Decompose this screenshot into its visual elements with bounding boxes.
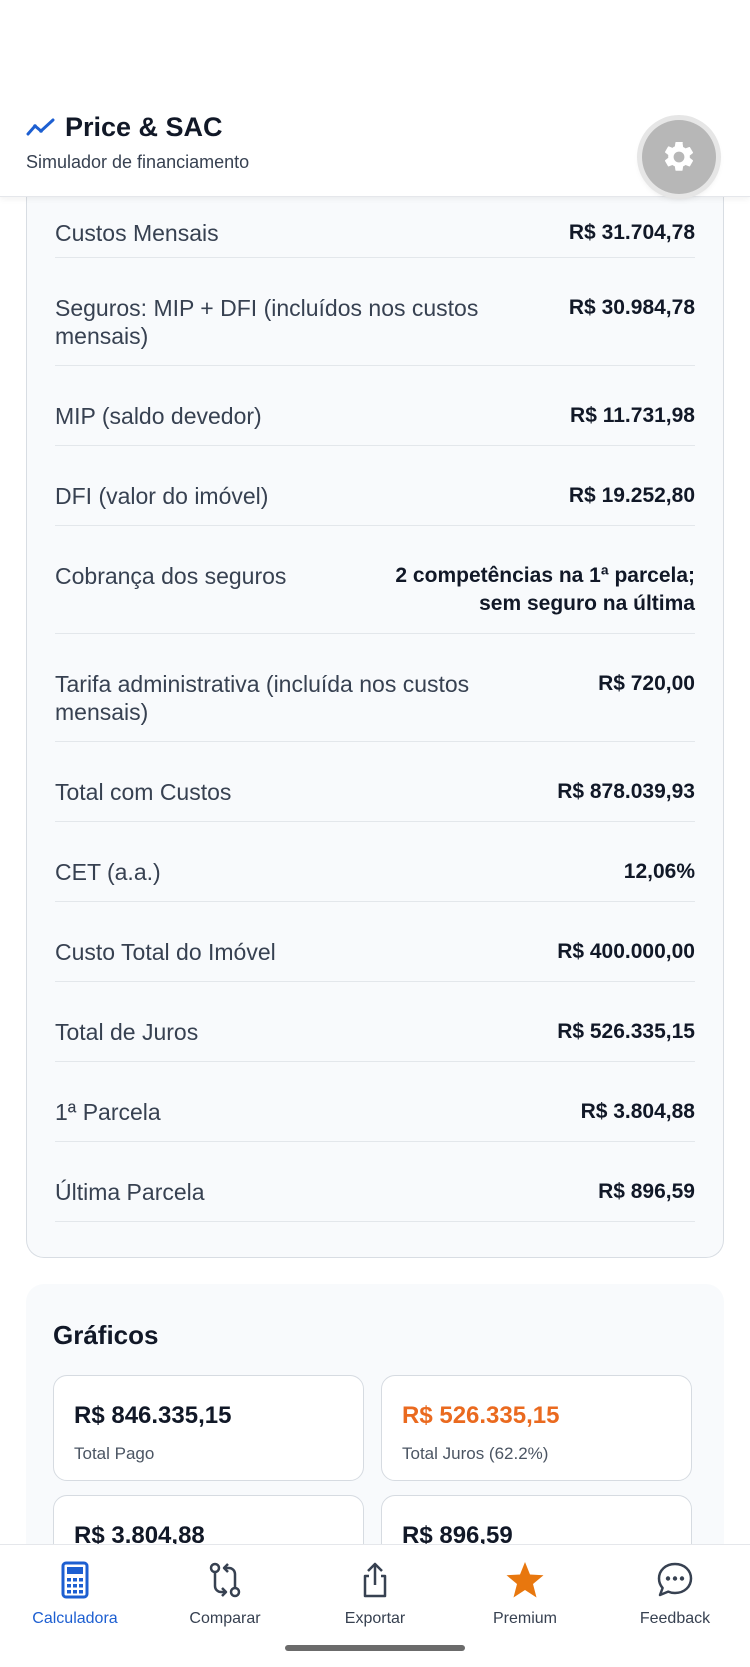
row-value: R$ 19.252,80: [568, 484, 695, 507]
settings-button[interactable]: [642, 120, 716, 194]
row-label: Total com Custos: [55, 779, 232, 805]
app-title: Price & SAC: [65, 112, 223, 142]
row-value: R$ 878.039,93: [557, 780, 695, 803]
share-icon: [363, 1562, 387, 1598]
row-value: 2 competências na 1ª parcela; sem seguro…: [395, 564, 695, 615]
summary-row-tarifa: Tarifa administrativa (incluída nos cust…: [55, 634, 695, 742]
row-label: Cobrança dos seguros: [55, 563, 287, 589]
summary-row-dfi: DFI (valor do imóvel) R$ 19.252,80: [55, 446, 695, 526]
nav-label: Exportar: [344, 1610, 406, 1627]
gear-icon: [664, 141, 694, 171]
stat-card-total-juros: R$ 526.335,15 Total Juros (62.2%): [381, 1375, 692, 1481]
stat-amount: R$ 526.335,15: [402, 1402, 560, 1429]
charts-section: Gráficos R$ 846.335,15 Total Pago R$ 526…: [26, 1284, 724, 1601]
trend-line-icon: [26, 118, 55, 135]
row-value: R$ 3.804,88: [580, 1100, 695, 1123]
nav-label: Feedback: [639, 1610, 711, 1627]
row-value: R$ 720,00: [598, 672, 695, 695]
summary-row-mip: MIP (saldo devedor) R$ 11.731,98: [55, 366, 695, 446]
calculator-icon: [61, 1561, 89, 1599]
row-label: CET (a.a.): [55, 859, 161, 885]
summary-row-custos-mensais: Custos Mensais R$ 31.704,78: [55, 197, 695, 258]
summary-row-total-juros: Total de Juros R$ 526.335,15: [55, 982, 695, 1062]
title-row: Price & SAC: [26, 112, 223, 143]
summary-row-cet: CET (a.a.) 12,06%: [55, 822, 695, 902]
app-header: Price & SAC Simulador de financiamento: [0, 0, 750, 197]
charts-title: Gráficos: [53, 1320, 159, 1350]
row-value: R$ 400.000,00: [557, 940, 695, 963]
row-label: MIP (saldo devedor): [55, 403, 262, 429]
row-value: R$ 11.731,98: [570, 404, 695, 427]
row-value: R$ 526.335,15: [557, 1020, 695, 1043]
summary-row-cobranca-seguros: Cobrança dos seguros 2 competências na 1…: [55, 526, 695, 634]
row-value: R$ 896,59: [598, 1180, 695, 1203]
row-value: 12,06%: [623, 860, 695, 883]
summary-row-ultima-parcela: Última Parcela R$ 896,59: [55, 1142, 695, 1222]
row-value: R$ 30.984,78: [568, 296, 695, 319]
row-label: DFI (valor do imóvel): [55, 483, 269, 509]
nav-item-exportar[interactable]: Exportar: [300, 1559, 450, 1628]
row-label: 1ª Parcela: [55, 1099, 161, 1125]
row-label: Custos Mensais: [55, 220, 219, 246]
summary-rows: Custos Mensais R$ 31.704,78 Seguros: MIP…: [55, 197, 695, 1222]
summary-row-primeira-parcela: 1ª Parcela R$ 3.804,88: [55, 1062, 695, 1142]
row-label: Total de Juros: [55, 1019, 199, 1045]
nav-label: Premium: [492, 1610, 557, 1627]
nav-label: Comparar: [189, 1610, 261, 1627]
stat-card-total-pago: R$ 846.335,15 Total Pago: [53, 1375, 364, 1481]
app-subtitle: Simulador de financiamento: [26, 152, 250, 172]
nav-item-comparar[interactable]: Comparar: [150, 1559, 300, 1628]
row-label: Tarifa administrativa (incluída nos cust…: [55, 671, 470, 725]
summary-row-seguros: Seguros: MIP + DFI (incluídos nos custos…: [55, 258, 695, 366]
nav-item-calculadora[interactable]: Calculadora: [0, 1559, 150, 1628]
row-label: Seguros: MIP + DFI (incluídos nos custos…: [55, 295, 479, 349]
compare-icon: [209, 1562, 241, 1598]
stat-caption: Total Pago: [74, 1444, 155, 1463]
row-label: Custo Total do Imóvel: [55, 939, 276, 965]
summary-row-custo-imovel: Custo Total do Imóvel R$ 400.000,00: [55, 902, 695, 982]
summary-row-total-custos: Total com Custos R$ 878.039,93: [55, 742, 695, 822]
star-icon: [506, 1562, 544, 1598]
summary-card: Custos Mensais R$ 31.704,78 Seguros: MIP…: [26, 150, 724, 1258]
stat-amount: R$ 846.335,15: [74, 1402, 232, 1429]
nav-item-premium[interactable]: Premium: [450, 1559, 600, 1628]
row-value: R$ 31.704,78: [568, 221, 695, 244]
home-indicator: [285, 1645, 465, 1651]
stat-caption: Total Juros (62.2%): [402, 1444, 549, 1463]
row-label: Última Parcela: [55, 1179, 205, 1205]
nav-item-feedback[interactable]: Feedback: [600, 1559, 750, 1628]
bottom-nav: Calculadora Comparar Exportar Premium Fe…: [0, 1544, 750, 1667]
nav-label: Calculadora: [32, 1610, 118, 1627]
chat-bubble-icon: [657, 1562, 693, 1597]
